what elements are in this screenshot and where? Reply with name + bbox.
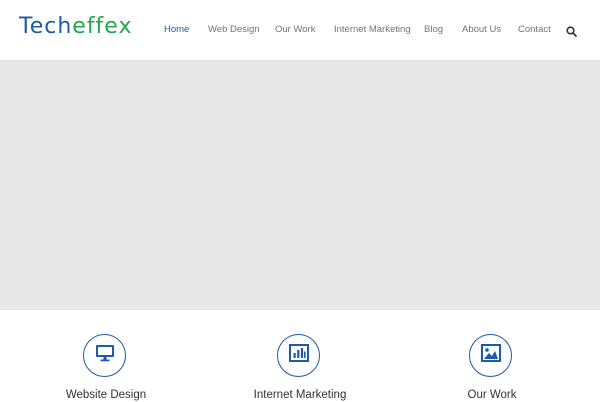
site-header: Techeffex Home Web Design Our Work Inter… <box>0 0 600 61</box>
hero-banner <box>0 61 600 310</box>
image-icon <box>480 344 501 367</box>
feature-website-design[interactable]: Website Design <box>26 334 186 401</box>
monitor-icon <box>95 344 115 367</box>
feature-icon-circle[interactable] <box>83 334 126 377</box>
nav-item-contact[interactable]: Contact <box>518 21 551 39</box>
main-nav: Home Web Design Our Work Internet Market… <box>0 21 600 39</box>
nav-item-web-design[interactable]: Web Design <box>208 21 260 39</box>
feature-icon-circle[interactable] <box>469 334 512 377</box>
feature-our-work[interactable]: Our Work <box>412 334 572 401</box>
nav-item-home[interactable]: Home <box>164 21 189 39</box>
search-icon[interactable] <box>566 24 577 37</box>
nav-item-our-work[interactable]: Our Work <box>275 21 315 39</box>
nav-item-blog[interactable]: Blog <box>424 21 443 39</box>
feature-internet-marketing[interactable]: Internet Marketing <box>220 334 380 401</box>
nav-item-internet-marketing[interactable]: Internet Marketing <box>334 21 411 39</box>
bar-chart-icon <box>288 344 309 367</box>
nav-item-about-us[interactable]: About Us <box>462 21 501 39</box>
feature-icon-circle[interactable] <box>277 334 320 377</box>
